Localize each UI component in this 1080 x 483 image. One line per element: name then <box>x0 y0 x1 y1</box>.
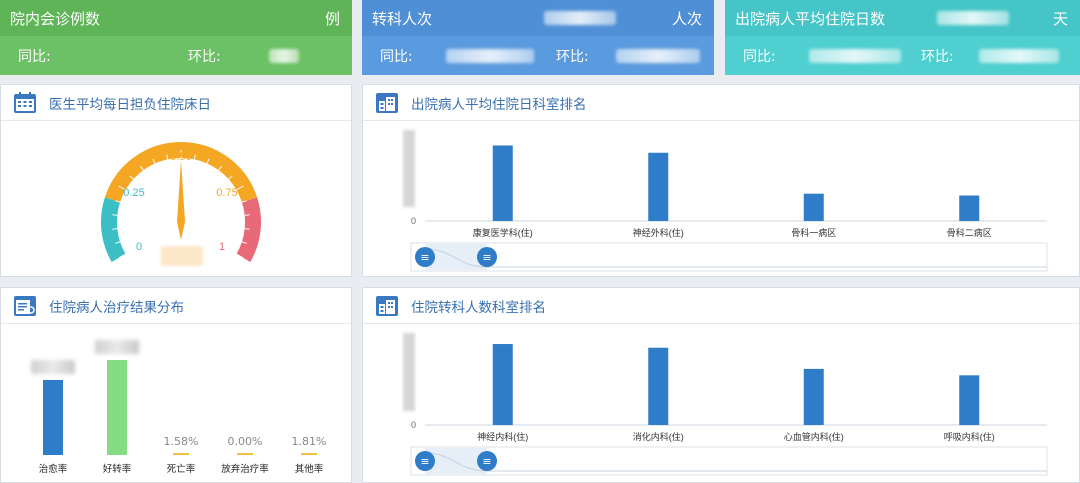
category-label: 神经内科(住) <box>477 431 528 442</box>
panel-title: 医生平均每日担负住院床日 <box>49 96 211 113</box>
mom-value-redacted <box>616 48 700 63</box>
gauge-tick <box>244 214 250 216</box>
yoy-value-redacted <box>446 48 534 63</box>
avg-stay-bar-chart: 康复医学科(住) 神经外科(住) 骨科一病区 骨科二病区 0 ≡ ≡ <box>363 122 1079 277</box>
gauge-tick-label: 0 <box>136 241 142 253</box>
kpi-unit: 天 <box>1052 9 1068 28</box>
kpi-unit: 人次 <box>671 9 702 28</box>
handle-grip-icon: ≡ <box>482 251 491 264</box>
category-label: 康复医学科(住) <box>473 227 533 238</box>
result-bar <box>107 360 127 455</box>
result-percent: 1.58% <box>163 435 199 448</box>
handle-grip-icon: ≡ <box>482 455 491 468</box>
gauge-tick <box>244 228 250 230</box>
bar-chart-svg: 神经内科(住) 消化内科(住) 心血管内科(住) 呼吸内科(住) 0 ≡ ≡ <box>403 333 1048 476</box>
gauge-tick <box>112 228 118 230</box>
bar <box>492 344 513 425</box>
yoy-label: 同比: <box>743 48 776 65</box>
yoy-label: 同比: <box>380 48 413 65</box>
bar <box>803 193 824 221</box>
gauge-tick-label: 1 <box>219 241 225 253</box>
bar <box>648 152 669 221</box>
handle-grip-icon: ≡ <box>420 251 429 264</box>
y-axis-labels-redacted <box>403 130 415 207</box>
kpi-comparison: 同比: 环比: <box>725 36 1080 75</box>
mom-label: 环比: <box>188 48 221 65</box>
y-tick-label: 0 <box>411 216 416 226</box>
kpi-card-consultations: 院内会诊例数 例 同比: 环比: <box>0 0 352 75</box>
gauge-tick <box>112 214 118 216</box>
kpi-header: 转科人次 人次 <box>362 0 714 36</box>
result-bar <box>237 453 253 455</box>
yoy-label: 同比: <box>18 48 51 65</box>
building-icon <box>376 295 398 316</box>
kpi-value-redacted <box>936 11 1009 25</box>
category-label: 心血管内科(住) <box>784 431 844 442</box>
gauge-value-redacted <box>161 246 203 266</box>
transfer-bar-chart: 神经内科(住) 消化内科(住) 心血管内科(住) 呼吸内科(住) 0 ≡ ≡ <box>363 325 1079 483</box>
result-category-label: 放弃治疗率 <box>221 464 269 475</box>
category-label: 骨科一病区 <box>791 227 836 238</box>
panel-header: 出院病人平均住院日科室排名 <box>363 85 1079 121</box>
category-label: 消化内科(住) <box>633 431 684 442</box>
panel-header: 医生平均每日担负住院床日 <box>1 85 351 121</box>
panel-avg-stay-ranking: 出院病人平均住院日科室排名 康复医学科(住) 神经外科(住) 骨科一病区 骨科二病区 0… <box>362 84 1080 277</box>
mom-value-redacted <box>268 48 299 63</box>
result-value-redacted <box>31 360 75 374</box>
yoy-value-redacted <box>809 48 901 63</box>
handle-grip-icon: ≡ <box>420 455 429 468</box>
bar-chart-svg: 康复医学科(住) 神经外科(住) 骨科一病区 骨科二病区 0 ≡ ≡ <box>403 130 1048 272</box>
bar <box>803 368 824 425</box>
bar <box>648 347 669 425</box>
mom-label: 环比: <box>556 48 589 65</box>
kpi-unit: 例 <box>324 9 340 28</box>
kpi-comparison: 同比: 环比: <box>0 36 352 75</box>
kpi-comparison: 同比: 环比: <box>362 36 714 75</box>
y-axis-labels-redacted <box>403 333 415 411</box>
gauge-tick-label: 0.75 <box>216 187 237 199</box>
mom-label: 环比: <box>921 48 954 65</box>
result-percent: 1.81% <box>291 435 327 448</box>
result-bar <box>43 380 63 455</box>
category-label: 骨科二病区 <box>947 227 992 238</box>
panel-title: 住院病人治疗结果分布 <box>49 299 184 316</box>
kpi-header: 院内会诊例数 例 <box>0 0 352 36</box>
result-bar <box>173 453 189 455</box>
bar <box>959 195 980 221</box>
panel-header: 住院病人治疗结果分布 <box>1 288 351 324</box>
gauge-tick-label: 0.25 <box>123 187 144 199</box>
kpi-card-avg-stay: 出院病人平均住院日数 天 同比: 环比: <box>725 0 1080 75</box>
kpi-title: 出院病人平均住院日数 <box>735 9 886 28</box>
kpi-value-redacted <box>543 11 616 25</box>
kpi-card-transfers: 转科人次 人次 同比: 环比: <box>362 0 714 75</box>
kpi-title: 院内会诊例数 <box>10 9 101 28</box>
result-value-redacted <box>95 340 139 354</box>
bar <box>492 145 513 221</box>
result-category-label: 死亡率 <box>166 464 196 475</box>
result-percent: 0.00% <box>227 435 263 448</box>
mom-value-redacted <box>979 48 1059 63</box>
panel-title: 住院转科人数科室排名 <box>411 299 546 316</box>
panel-header: 住院转科人数科室排名 <box>363 288 1079 324</box>
kpi-title: 转科人次 <box>372 9 433 28</box>
panel-bed-days-gauge: 医生平均每日担负住院床日 0 0.25 0.50 0.75 1 <box>0 84 352 277</box>
result-category-label: 好转率 <box>102 464 132 475</box>
gauge-chart: 0 0.25 0.50 0.75 1 <box>101 141 261 266</box>
bar <box>959 375 980 425</box>
result-bar <box>301 453 317 455</box>
panel-transfer-ranking: 住院转科人数科室排名 神经内科(住) 消化内科(住) 心血管内科(住) 呼吸内科(住)… <box>362 287 1080 483</box>
category-label: 呼吸内科(住) <box>944 431 995 442</box>
category-label: 神经外科(住) <box>633 227 684 238</box>
panel-treatment-results: 住院病人治疗结果分布 治愈率 好转率 1.58% 死亡率 0.00% 放弃治疗率 1.81%… <box>0 287 352 483</box>
panel-title: 出院病人平均住院日科室排名 <box>411 96 587 113</box>
kpi-header: 出院病人平均住院日数 天 <box>725 0 1080 36</box>
result-category-label: 治愈率 <box>38 464 68 475</box>
building-icon <box>376 92 398 113</box>
gauge-needle <box>177 160 185 240</box>
calendar-icon <box>14 91 36 113</box>
y-tick-label: 0 <box>411 420 416 430</box>
treatment-chart: 治愈率 好转率 1.58% 死亡率 0.00% 放弃治疗率 1.81% 其他率 <box>1 325 351 483</box>
report-icon <box>14 295 36 316</box>
result-category-label: 其他率 <box>294 464 324 475</box>
